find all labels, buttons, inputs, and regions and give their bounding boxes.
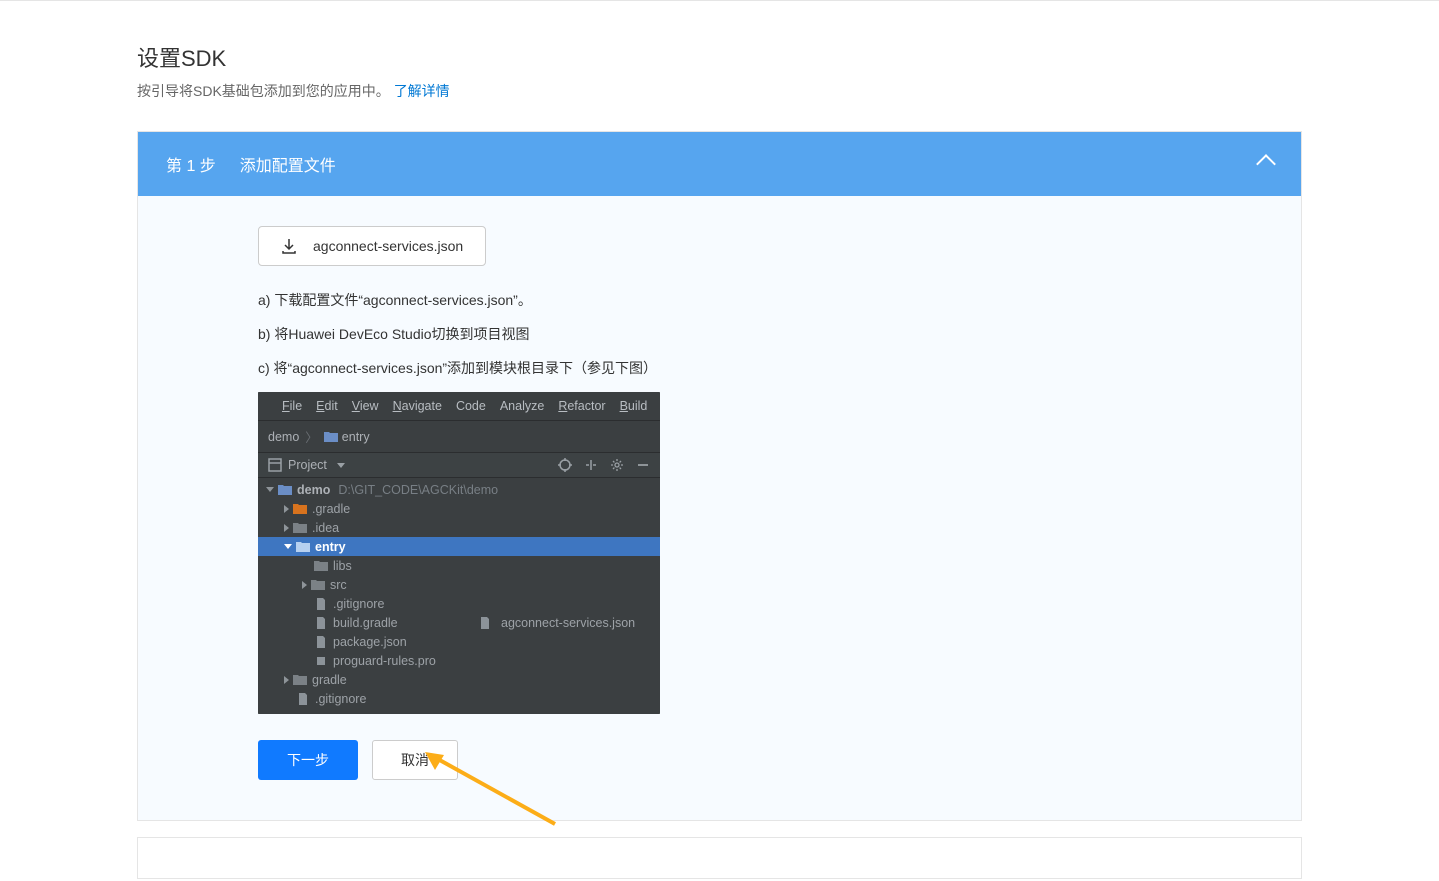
breadcrumb-separator: 〉 xyxy=(303,427,320,446)
ide-menu-refactor: Refactor xyxy=(558,399,605,413)
step-body: agconnect-services.json a) 下载配置文件“agconn… xyxy=(138,196,1301,820)
page-container: 设置SDK 按引导将SDK基础包添加到您的应用中。 了解详情 第 1 步 添加配… xyxy=(127,41,1312,879)
ide-menu-file: File xyxy=(282,399,302,413)
ide-menu-analyze: Analyze xyxy=(500,399,544,413)
ide-menubar: File Edit View Navigate Code Analyze Ref… xyxy=(258,392,660,421)
page-subtitle: 按引导将SDK基础包添加到您的应用中。 了解详情 xyxy=(137,81,1302,101)
ide-menu-navigate: Navigate xyxy=(393,399,442,413)
breadcrumb-root: demo xyxy=(268,430,299,444)
ide-breadcrumb: demo 〉 entry xyxy=(258,421,660,453)
subtitle-text: 按引导将SDK基础包添加到您的应用中。 xyxy=(137,83,390,99)
tree-gitignore2: .gitignore xyxy=(258,689,660,708)
file-icon xyxy=(296,693,310,705)
learn-more-link[interactable]: 了解详情 xyxy=(394,83,450,99)
ide-toolbar-left: Project xyxy=(268,458,345,472)
tree-src: src xyxy=(258,575,660,594)
instruction-b: b) 将Huawei DevEco Studio切换到项目视图 xyxy=(258,324,1181,344)
ide-toolbar: Project xyxy=(258,453,660,478)
step-header-left: 第 1 步 添加配置文件 xyxy=(166,152,336,176)
step-title: 添加配置文件 xyxy=(240,152,336,176)
project-icon xyxy=(268,458,282,472)
page-title: 设置SDK xyxy=(137,41,1302,73)
top-divider xyxy=(0,0,1439,1)
download-icon xyxy=(281,238,297,254)
gear-icon xyxy=(610,458,624,472)
cancel-button[interactable]: 取消 xyxy=(372,740,458,780)
tree-build-gradle: build.gradle agconnect-services.json xyxy=(258,613,660,632)
folder-icon xyxy=(293,503,307,515)
action-buttons: 下一步 取消 xyxy=(258,740,1181,780)
tree-package-json: package.json xyxy=(258,632,660,651)
tree-proguard: proguard-rules.pro xyxy=(258,651,660,670)
ide-menu-code: Code xyxy=(456,399,486,413)
project-dropdown-label: Project xyxy=(288,458,327,472)
file-icon xyxy=(314,636,328,648)
tree-gitignore: .gitignore xyxy=(258,594,660,613)
folder-icon xyxy=(278,484,292,496)
folder-icon xyxy=(296,541,310,553)
folder-icon xyxy=(293,674,307,686)
tree-idea: .idea xyxy=(258,518,660,537)
instruction-a: a) 下载配置文件“agconnect-services.json”。 xyxy=(258,290,1181,310)
chevron-up-icon xyxy=(1256,154,1276,174)
folder-icon xyxy=(311,579,325,591)
tree-root: demo D:\GIT_CODE\AGCKit\demo xyxy=(258,480,660,499)
ide-menu-view: View xyxy=(352,399,379,413)
file-icon xyxy=(314,655,328,667)
folder-icon xyxy=(293,522,307,534)
ide-toolbar-right xyxy=(558,458,650,472)
ide-project-tree: demo D:\GIT_CODE\AGCKit\demo .gradle .id… xyxy=(258,478,660,714)
step-number: 第 1 步 xyxy=(166,152,216,176)
ide-screenshot: File Edit View Navigate Code Analyze Ref… xyxy=(258,392,660,714)
folder-icon xyxy=(314,560,328,572)
download-config-button[interactable]: agconnect-services.json xyxy=(258,226,486,266)
tree-gradle2: gradle xyxy=(258,670,660,689)
tree-target-file: agconnect-services.json xyxy=(478,616,635,630)
target-icon xyxy=(558,458,572,472)
step-1-panel: 第 1 步 添加配置文件 agconnect-services.json a) … xyxy=(137,131,1302,821)
download-filename: agconnect-services.json xyxy=(313,238,463,254)
instruction-c: c) 将“agconnect-services.json”添加到模块根目录下（参… xyxy=(258,358,1181,378)
folder-icon xyxy=(324,431,338,443)
tree-entry: entry xyxy=(258,537,660,556)
split-icon xyxy=(584,458,598,472)
header-section: 设置SDK 按引导将SDK基础包添加到您的应用中。 了解详情 xyxy=(137,41,1302,101)
step-1-header[interactable]: 第 1 步 添加配置文件 xyxy=(138,132,1301,196)
file-icon xyxy=(314,598,328,610)
ide-menu-build: Build xyxy=(620,399,648,413)
file-icon xyxy=(478,617,492,629)
minimize-icon xyxy=(636,458,650,472)
file-icon xyxy=(314,617,328,629)
tree-gradle: .gradle xyxy=(258,499,660,518)
next-step-button[interactable]: 下一步 xyxy=(258,740,358,780)
dropdown-arrow-icon xyxy=(337,463,345,468)
tree-libs: libs xyxy=(258,556,660,575)
step-2-panel-collapsed[interactable] xyxy=(137,837,1302,879)
ide-menu-edit: Edit xyxy=(316,399,338,413)
breadcrumb-module: entry xyxy=(324,430,370,444)
